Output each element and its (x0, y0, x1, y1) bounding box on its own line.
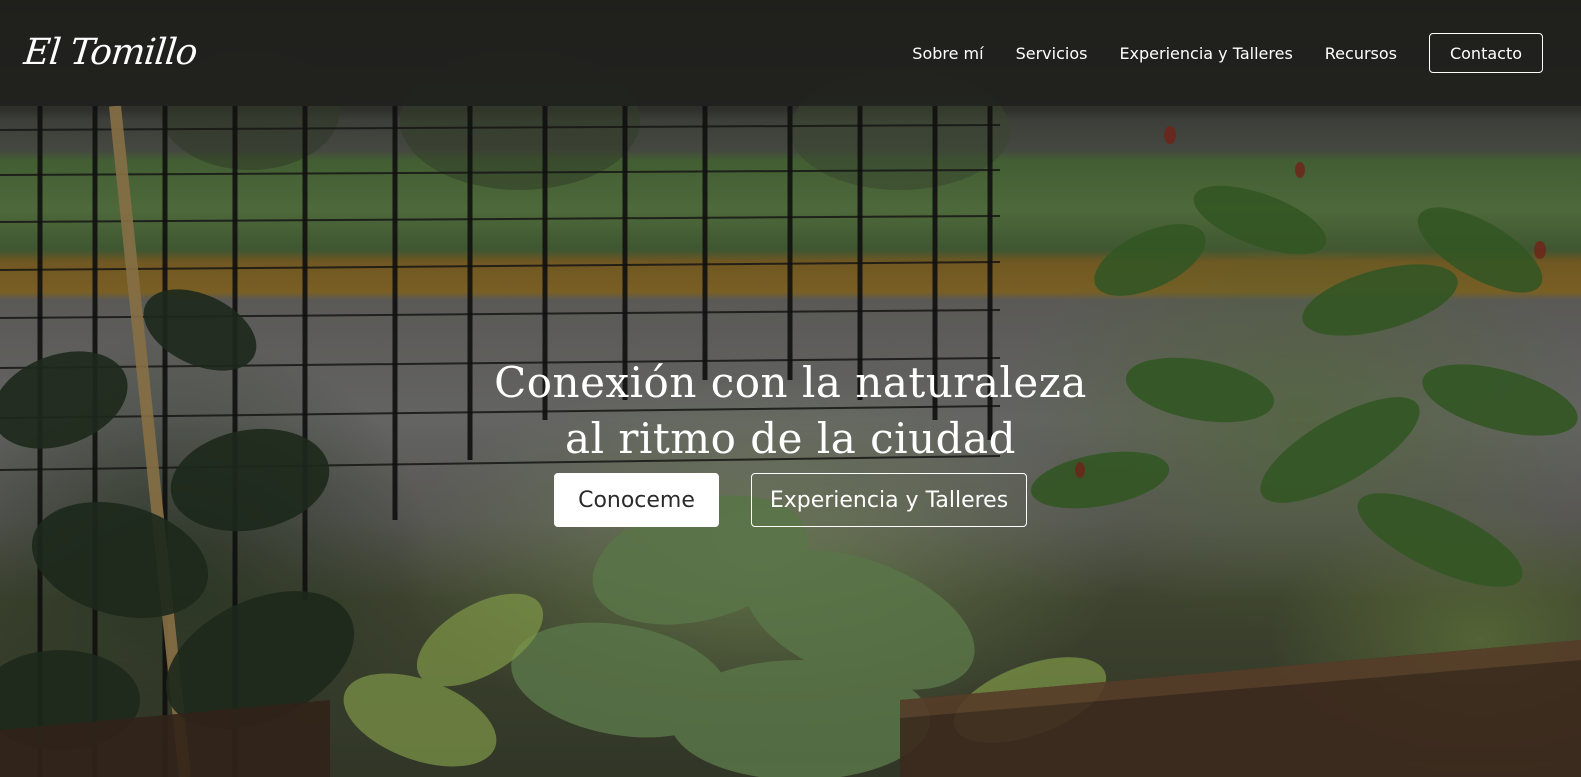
contact-button[interactable]: Contacto (1429, 33, 1543, 73)
main-nav: Sobre mí Servicios Experiencia y Tallere… (912, 33, 1543, 73)
nav-link-experiencia-talleres[interactable]: Experiencia y Talleres (1119, 44, 1292, 63)
hero-section: Conexión con la naturaleza al ritmo de l… (0, 355, 1581, 527)
nav-link-servicios[interactable]: Servicios (1016, 44, 1088, 63)
site-header: El Tomillo Sobre mí Servicios Experienci… (0, 0, 1581, 106)
hero-title-line-2: al ritmo de la ciudad (565, 414, 1016, 463)
hero-title: Conexión con la naturaleza al ritmo de l… (0, 355, 1581, 467)
conoceme-button[interactable]: Conoceme (554, 473, 719, 527)
hero-title-line-1: Conexión con la naturaleza (494, 358, 1087, 407)
experiencia-talleres-button[interactable]: Experiencia y Talleres (751, 473, 1027, 527)
hero-buttons: Conoceme Experiencia y Talleres (0, 473, 1581, 527)
page: El Tomillo Sobre mí Servicios Experienci… (0, 0, 1581, 777)
site-logo[interactable]: El Tomillo (22, 32, 199, 73)
nav-link-recursos[interactable]: Recursos (1325, 44, 1397, 63)
nav-link-sobre-mi[interactable]: Sobre mí (912, 44, 983, 63)
